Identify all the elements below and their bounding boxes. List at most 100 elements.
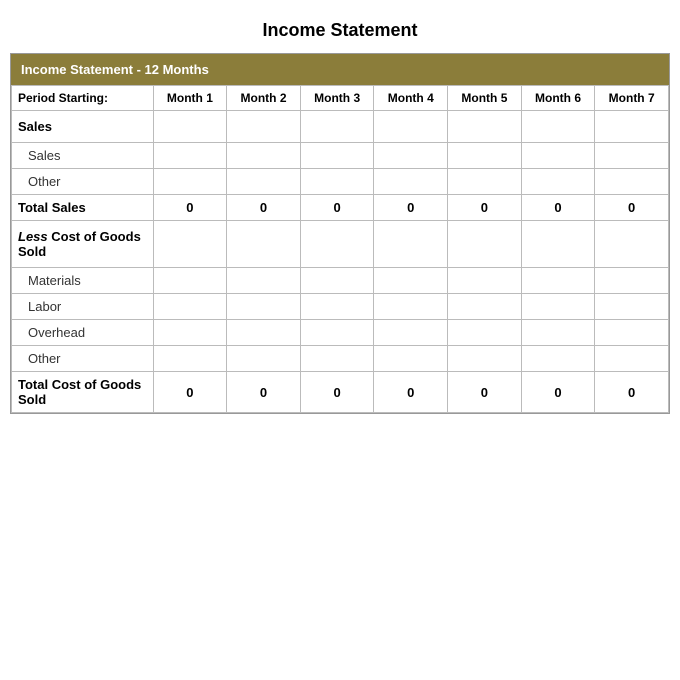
cogs-other-label: Other [12, 346, 154, 372]
cogs-other-row: Other [12, 346, 669, 372]
labor-m5[interactable] [448, 294, 522, 320]
overhead-m1[interactable] [153, 320, 227, 346]
total-sales-label: Total Sales [12, 195, 154, 221]
cogs-other-m7[interactable] [595, 346, 669, 372]
labor-m1[interactable] [153, 294, 227, 320]
month4-header: Month 4 [374, 86, 448, 111]
sales-header-m6 [521, 111, 595, 143]
month5-header: Month 5 [448, 86, 522, 111]
labor-m4[interactable] [374, 294, 448, 320]
total-sales-m5: 0 [448, 195, 522, 221]
cogs-header-m5 [448, 221, 522, 268]
total-cogs-m5: 0 [448, 372, 522, 413]
labor-label: Labor [12, 294, 154, 320]
labor-row: Labor [12, 294, 669, 320]
total-sales-m3: 0 [300, 195, 374, 221]
overhead-m7[interactable] [595, 320, 669, 346]
month7-header: Month 7 [595, 86, 669, 111]
sales-m3[interactable] [300, 143, 374, 169]
sales-other-m3[interactable] [300, 169, 374, 195]
total-sales-m7: 0 [595, 195, 669, 221]
overhead-label: Overhead [12, 320, 154, 346]
cogs-header-m3 [300, 221, 374, 268]
sales-header-m4 [374, 111, 448, 143]
month1-header: Month 1 [153, 86, 227, 111]
sales-label: Sales [12, 143, 154, 169]
sales-m7[interactable] [595, 143, 669, 169]
cogs-header-m7 [595, 221, 669, 268]
sales-header-row: Sales [12, 111, 669, 143]
cogs-other-m6[interactable] [521, 346, 595, 372]
materials-row: Materials [12, 268, 669, 294]
materials-m5[interactable] [448, 268, 522, 294]
sales-row: Sales [12, 143, 669, 169]
banner: Income Statement - 12 Months [11, 54, 669, 85]
materials-m4[interactable] [374, 268, 448, 294]
sales-other-m7[interactable] [595, 169, 669, 195]
cogs-other-m4[interactable] [374, 346, 448, 372]
cogs-header-m4 [374, 221, 448, 268]
materials-label: Materials [12, 268, 154, 294]
total-sales-m2: 0 [227, 195, 301, 221]
total-cogs-m3: 0 [300, 372, 374, 413]
labor-m2[interactable] [227, 294, 301, 320]
total-cogs-label: Total Cost of Goods Sold [12, 372, 154, 413]
overhead-m2[interactable] [227, 320, 301, 346]
sales-m6[interactable] [521, 143, 595, 169]
sales-other-m6[interactable] [521, 169, 595, 195]
total-cogs-m1: 0 [153, 372, 227, 413]
month3-header: Month 3 [300, 86, 374, 111]
total-cogs-row: Total Cost of Goods Sold 0 0 0 0 0 0 0 [12, 372, 669, 413]
total-sales-m1: 0 [153, 195, 227, 221]
sales-section-label: Sales [12, 111, 154, 143]
overhead-row: Overhead [12, 320, 669, 346]
overhead-m4[interactable] [374, 320, 448, 346]
overhead-m5[interactable] [448, 320, 522, 346]
sales-m4[interactable] [374, 143, 448, 169]
page-title: Income Statement [262, 20, 417, 41]
sales-other-m4[interactable] [374, 169, 448, 195]
total-sales-m6: 0 [521, 195, 595, 221]
cogs-header-m2 [227, 221, 301, 268]
month6-header: Month 6 [521, 86, 595, 111]
sales-header-m3 [300, 111, 374, 143]
labor-m3[interactable] [300, 294, 374, 320]
total-sales-row: Total Sales 0 0 0 0 0 0 0 [12, 195, 669, 221]
cogs-other-m3[interactable] [300, 346, 374, 372]
sales-m5[interactable] [448, 143, 522, 169]
cogs-other-m2[interactable] [227, 346, 301, 372]
month2-header: Month 2 [227, 86, 301, 111]
sales-other-label: Other [12, 169, 154, 195]
labor-m7[interactable] [595, 294, 669, 320]
materials-m6[interactable] [521, 268, 595, 294]
cogs-header-m1 [153, 221, 227, 268]
overhead-m3[interactable] [300, 320, 374, 346]
cogs-other-m1[interactable] [153, 346, 227, 372]
sales-other-m2[interactable] [227, 169, 301, 195]
overhead-m6[interactable] [521, 320, 595, 346]
sales-m1[interactable] [153, 143, 227, 169]
materials-m3[interactable] [300, 268, 374, 294]
period-header: Period Starting: [12, 86, 154, 111]
less-italic: Less [18, 229, 48, 244]
sales-header-m5 [448, 111, 522, 143]
total-cogs-m6: 0 [521, 372, 595, 413]
total-cogs-m4: 0 [374, 372, 448, 413]
income-statement-table: Income Statement - 12 Months Period Star… [10, 53, 670, 414]
total-sales-m4: 0 [374, 195, 448, 221]
materials-m1[interactable] [153, 268, 227, 294]
total-cogs-m7: 0 [595, 372, 669, 413]
sales-header-m1 [153, 111, 227, 143]
cogs-header-m6 [521, 221, 595, 268]
total-cogs-m2: 0 [227, 372, 301, 413]
sales-header-m7 [595, 111, 669, 143]
sales-other-m5[interactable] [448, 169, 522, 195]
sales-other-row: Other [12, 169, 669, 195]
cogs-section-label: Less Cost of Goods Sold [12, 221, 154, 268]
materials-m2[interactable] [227, 268, 301, 294]
sales-m2[interactable] [227, 143, 301, 169]
sales-other-m1[interactable] [153, 169, 227, 195]
materials-m7[interactable] [595, 268, 669, 294]
cogs-other-m5[interactable] [448, 346, 522, 372]
labor-m6[interactable] [521, 294, 595, 320]
